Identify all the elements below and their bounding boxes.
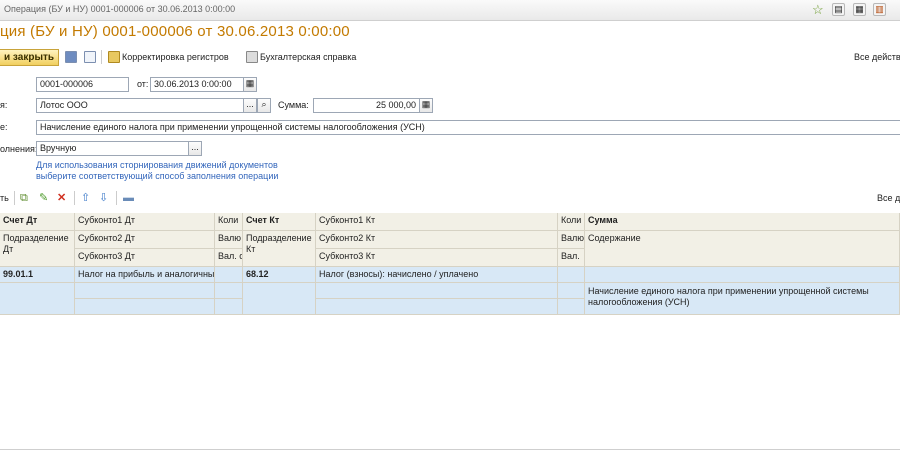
col-header-subconto3-dt[interactable]: Субконто3 Дт bbox=[75, 249, 215, 267]
col-header-account-dt[interactable]: Счет Дт bbox=[0, 213, 75, 231]
sum-field[interactable]: 25 000,00 bbox=[313, 98, 420, 113]
search-icon[interactable]: ⌕ bbox=[257, 98, 271, 113]
col-header-subconto3-kt[interactable]: Субконто3 Кт bbox=[316, 249, 558, 267]
move-down-icon[interactable]: ⇩ bbox=[99, 192, 108, 204]
content-label: е: bbox=[0, 122, 8, 132]
printer-icon[interactable] bbox=[246, 51, 258, 63]
storno-hint-line2[interactable]: выберите соответствующий способ заполнен… bbox=[36, 171, 278, 182]
window-title: Операция (БУ и НУ) 0001-000006 от 30.06.… bbox=[4, 4, 236, 14]
bottom-divider bbox=[0, 449, 900, 450]
toolbar-divider bbox=[14, 191, 15, 205]
col-header-currency-kt[interactable]: Валю bbox=[558, 231, 585, 249]
post-and-close-button[interactable]: и закрыть bbox=[0, 49, 59, 66]
all-actions-menu[interactable]: Все действ bbox=[854, 52, 900, 62]
select-ellipsis-button[interactable]: ... bbox=[243, 98, 257, 113]
table-all-actions-menu[interactable]: Все д bbox=[877, 193, 900, 203]
col-header-subconto1-kt[interactable]: Субконто1 Кт bbox=[316, 213, 558, 231]
cell-division-dt[interactable] bbox=[0, 283, 75, 315]
save-icon[interactable] bbox=[65, 51, 77, 63]
col-header-content[interactable]: Содержание bbox=[585, 231, 900, 267]
accounting-reference-button[interactable]: Бухгалтерская справка bbox=[260, 52, 356, 62]
cell-content-line2: налогообложения (УСН) bbox=[588, 297, 690, 307]
cell-subconto1-kt[interactable]: Налог (взносы): начислено / уплачено bbox=[316, 267, 558, 283]
toolbar-divider bbox=[116, 191, 117, 205]
col-header-account-kt[interactable]: Счет Кт bbox=[243, 213, 316, 231]
number-field[interactable]: 0001-000006 bbox=[36, 77, 129, 92]
fill-method-field[interactable]: Вручную bbox=[36, 141, 189, 156]
move-up-icon[interactable]: ⇧ bbox=[81, 192, 90, 204]
organization-field[interactable]: Лотос ООО bbox=[36, 98, 244, 113]
registers-icon[interactable] bbox=[108, 51, 120, 63]
calendar-icon[interactable]: ▥ bbox=[873, 3, 886, 16]
cell-currency-kt[interactable] bbox=[558, 283, 585, 299]
cell-content-line1: Начисление единого налога при применении… bbox=[588, 286, 869, 296]
cell-subconto2-kt[interactable] bbox=[316, 283, 558, 299]
cell-subconto2-dt[interactable] bbox=[75, 283, 215, 299]
cell-account-dt[interactable]: 99.01.1 bbox=[0, 267, 75, 283]
cell-sum[interactable] bbox=[585, 267, 900, 283]
calculator-icon[interactable]: ▦ bbox=[419, 98, 433, 113]
fill-method-select-button[interactable]: ... bbox=[188, 141, 202, 156]
window-title-bar: Операция (БУ и НУ) 0001-000006 от 30.06.… bbox=[0, 0, 900, 21]
date-field[interactable]: 30.06.2013 0:00:00 bbox=[150, 77, 244, 92]
toolbar-divider bbox=[74, 191, 75, 205]
delete-icon[interactable]: ✕ bbox=[57, 192, 66, 204]
cell-subconto3-dt[interactable] bbox=[75, 299, 215, 315]
cell-qty-kt[interactable] bbox=[558, 267, 585, 283]
date-label: от: bbox=[137, 79, 149, 89]
cell-account-kt[interactable]: 68.12 bbox=[243, 267, 316, 283]
cell-subconto3-kt[interactable] bbox=[316, 299, 558, 315]
add-row-button[interactable]: ть bbox=[0, 193, 9, 203]
page-title: ция (БУ и НУ) 0001-000006 от 30.06.2013 … bbox=[0, 23, 350, 40]
cell-qty-dt[interactable] bbox=[215, 267, 243, 283]
cell-currency-dt[interactable] bbox=[215, 283, 243, 299]
content-field[interactable]: Начисление единого налога при применении… bbox=[36, 120, 900, 135]
col-header-subconto2-kt[interactable]: Субконто2 Кт bbox=[316, 231, 558, 249]
toolbar-divider bbox=[101, 50, 102, 64]
col-header-cur-sum-dt[interactable]: Вал. с bbox=[215, 249, 243, 267]
col-header-qty-dt[interactable]: Коли bbox=[215, 213, 243, 231]
col-header-qty-kt[interactable]: Коли bbox=[558, 213, 585, 231]
sort-icon[interactable]: ▬ bbox=[123, 192, 134, 204]
fill-method-label: олнения: bbox=[0, 144, 38, 154]
col-header-subconto1-dt[interactable]: Субконто1 Дт bbox=[75, 213, 215, 231]
star-icon[interactable]: ☆ bbox=[812, 2, 824, 18]
sum-label: Сумма: bbox=[278, 100, 309, 110]
storno-hint-line1[interactable]: Для использования сторнирования движений… bbox=[36, 160, 278, 171]
col-header-subconto2-dt[interactable]: Субконто2 Дт bbox=[75, 231, 215, 249]
edit-pencil-icon[interactable]: ✎ bbox=[39, 192, 48, 204]
copy-row-icon[interactable]: ⧉ bbox=[20, 192, 28, 204]
calendar-picker-icon[interactable]: ▦ bbox=[243, 77, 257, 92]
col-header-currency-dt[interactable]: Валю bbox=[215, 231, 243, 249]
col-header-division-dt[interactable]: Подразделение Дт bbox=[0, 231, 75, 267]
document-icon[interactable] bbox=[84, 51, 96, 63]
info-icon[interactable]: ▦ bbox=[853, 3, 866, 16]
col-header-sum[interactable]: Сумма bbox=[585, 213, 900, 231]
history-icon[interactable]: ▤ bbox=[832, 3, 845, 16]
cell-cur-sum-kt[interactable] bbox=[558, 299, 585, 315]
col-header-cur-sum-kt[interactable]: Вал. bbox=[558, 249, 585, 267]
cell-subconto1-dt[interactable]: Налог на прибыль и аналогичны bbox=[75, 267, 215, 283]
organization-label: я: bbox=[0, 100, 8, 110]
cell-content[interactable]: Начисление единого налога при применении… bbox=[585, 283, 900, 315]
col-header-division-kt[interactable]: Подразделение Кт bbox=[243, 231, 316, 267]
register-correction-button[interactable]: Корректировка регистров bbox=[122, 52, 229, 62]
cell-division-kt[interactable] bbox=[243, 283, 316, 315]
cell-cur-sum-dt[interactable] bbox=[215, 299, 243, 315]
